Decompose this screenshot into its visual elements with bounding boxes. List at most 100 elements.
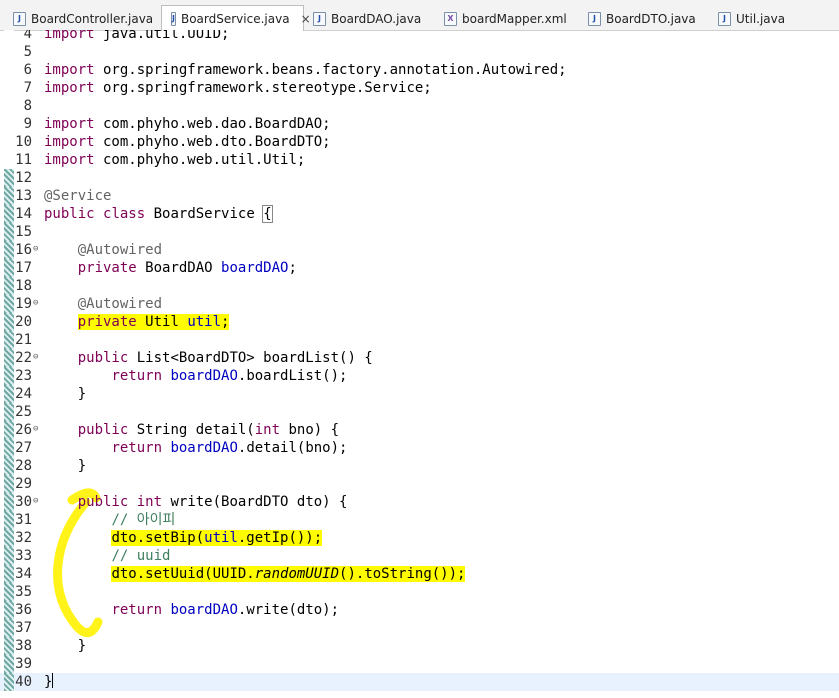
code-token: public	[77, 350, 129, 366]
code-line[interactable]: 27 return boardDAO.detail(bno);	[0, 439, 839, 457]
code-line[interactable]: 9 import com.phyho.web.dao.BoardDAO;	[0, 115, 839, 133]
code-line[interactable]: 23 return boardDAO.boardList();	[0, 367, 839, 385]
code-line[interactable]: 39	[0, 655, 839, 673]
change-marker	[4, 547, 14, 565]
code-line[interactable]: 14 public class BoardService {	[0, 205, 839, 223]
code-token: return	[111, 440, 163, 456]
code-line[interactable]: 26 ⊖ public String detail(int bno) {	[0, 421, 839, 439]
code-line[interactable]: 7 import org.springframework.stereotype.S…	[0, 79, 839, 97]
text-cursor	[52, 673, 54, 688]
line-number: 13	[15, 188, 32, 204]
line-number: 26	[15, 422, 32, 438]
code-line[interactable]: 22 ⊖ public List<BoardDTO> boardList() {	[0, 349, 839, 367]
tab-label: Util.java	[736, 11, 786, 26]
code-line[interactable]: 28 }	[0, 457, 839, 475]
code-line[interactable]: 10 import com.phyho.web.dto.BoardDTO;	[0, 133, 839, 151]
code-line[interactable]: 17 private BoardDAO boardDAO;	[0, 259, 839, 277]
tab-boarddao-java[interactable]: J BoardDAO.java	[304, 7, 435, 30]
code-editor[interactable]: 4 import java.util.UUID; 5 6 import org.spri…	[0, 30, 839, 698]
change-marker	[4, 205, 14, 223]
code-line[interactable]: 6 import org.springframework.beans.factor…	[0, 61, 839, 79]
line-number: 18	[15, 278, 32, 294]
code-line[interactable]: 11 import com.phyho.web.util.Util;	[0, 151, 839, 169]
line-number: 4	[23, 30, 32, 42]
code-line[interactable]: 30 ⊖ public int write(BoardDTO dto) {	[0, 493, 839, 511]
change-marker	[4, 493, 14, 511]
code-line[interactable]: 15	[0, 223, 839, 241]
code-line[interactable]: 35	[0, 583, 839, 601]
fold-collapse-icon[interactable]: ⊖	[33, 245, 38, 254]
code-line[interactable]: 18	[0, 277, 839, 295]
change-marker	[4, 277, 14, 295]
code-text: return boardDAO.detail(bno);	[44, 439, 347, 457]
tab-util-java[interactable]: J Util.java	[709, 7, 819, 30]
line-number: 35	[15, 584, 32, 600]
tab-boardcontroller-java[interactable]: J BoardController.java	[4, 7, 161, 30]
code-line[interactable]: 4 import java.util.UUID;	[0, 30, 839, 43]
code-token: dto.setBip(	[111, 530, 205, 546]
fold-collapse-icon[interactable]: ⊖	[33, 299, 38, 308]
fold-collapse-icon[interactable]: ⊖	[33, 497, 38, 506]
line-number: 11	[15, 152, 32, 168]
code-token: .detail(bno);	[237, 440, 348, 456]
code-text: }	[44, 457, 86, 475]
code-line[interactable]: 24 }	[0, 385, 839, 403]
java-file-icon: J	[718, 11, 731, 26]
code-token: boardDAO	[221, 260, 289, 276]
code-line[interactable]: 36 return boardDAO.write(dto);	[0, 601, 839, 619]
code-line[interactable]: 21	[0, 331, 839, 349]
code-line[interactable]: 38 }	[0, 637, 839, 655]
code-token: BoardService	[145, 206, 264, 222]
code-text: }	[44, 385, 86, 403]
change-marker	[4, 457, 14, 475]
code-line[interactable]: 40}	[0, 673, 839, 691]
line-number: 10	[15, 134, 32, 150]
code-line[interactable]: 16 ⊖ @Autowired	[0, 241, 839, 259]
tab-boardservice-java[interactable]: J BoardService.java ×	[161, 5, 311, 31]
code-token: ;	[288, 260, 297, 276]
code-token: }	[44, 386, 87, 402]
code-token: .boardList();	[237, 368, 348, 384]
code-line[interactable]: 12	[0, 169, 839, 187]
code-token: com.phyho.web.dao.BoardDAO;	[94, 116, 331, 132]
code-text: return boardDAO.boardList();	[44, 367, 347, 385]
code-line[interactable]: 5	[0, 43, 839, 61]
code-line[interactable]: 13 @Service	[0, 187, 839, 205]
code-token: import	[44, 134, 95, 150]
line-number: 27	[15, 440, 32, 456]
code-line[interactable]: 19 ⊖ @Autowired	[0, 295, 839, 313]
tab-boardmapper-xml[interactable]: XboardMapper.xml	[435, 7, 579, 30]
line-number: 22	[15, 350, 32, 366]
code-line[interactable]: 33 // uuid	[0, 547, 839, 565]
line-number: 34	[15, 566, 32, 582]
code-line[interactable]: 34 dto.setUuid(UUID.randomUUID().toStrin…	[0, 565, 839, 583]
code-line[interactable]: 20 private Util util;	[0, 313, 839, 331]
code-line[interactable]: 31 // 아이피	[0, 511, 839, 529]
code-line[interactable]: 29	[0, 475, 839, 493]
code-line[interactable]: 25	[0, 403, 839, 421]
code-line[interactable]: 37	[0, 619, 839, 637]
code-text: import com.phyho.web.dao.BoardDAO;	[44, 115, 331, 133]
code-token: // 아이피	[111, 512, 176, 528]
code-token: ;	[221, 314, 230, 330]
code-token: boardDAO	[170, 440, 238, 456]
fold-collapse-icon[interactable]: ⊖	[33, 425, 38, 434]
code-token: // uuid	[111, 548, 171, 564]
code-token: org.springframework.beans.factory.annota…	[94, 62, 567, 78]
line-number: 38	[15, 638, 32, 654]
code-text: import com.phyho.web.util.Util;	[44, 151, 305, 169]
code-text: public String detail(int bno) {	[44, 421, 339, 439]
code-text: // 아이피	[44, 511, 175, 529]
fold-collapse-icon[interactable]: ⊖	[33, 353, 38, 362]
change-marker	[4, 223, 14, 241]
code-token: int	[254, 422, 281, 438]
tab-boarddto-java[interactable]: J BoardDTO.java	[579, 7, 709, 30]
code-token: @Service	[44, 188, 112, 204]
code-line[interactable]: 32 dto.setBip(util.getIp());	[0, 529, 839, 547]
code-line[interactable]: 8	[0, 97, 839, 115]
code-token: }	[44, 638, 87, 654]
